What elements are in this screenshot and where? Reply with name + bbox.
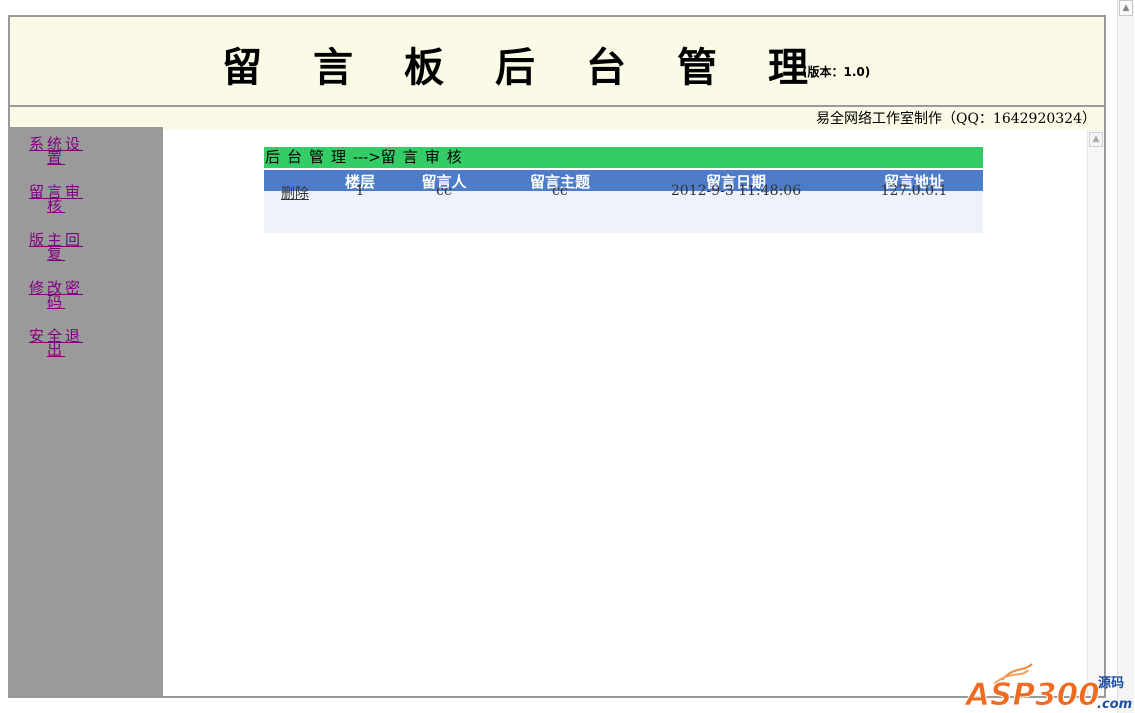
content-panel: 后台管理--->留言审核 楼层 留言人 留言主题 留言日期 留言地址 删除 1 …: [163, 130, 1104, 696]
sidebar-item-moderator-reply[interactable]: 版主回复: [24, 233, 88, 262]
scroll-up-icon[interactable]: ▲: [1089, 132, 1103, 147]
logo-cn: 源码: [1098, 675, 1124, 691]
admin-frame: 留言板后台管理 (版本：1.0) 易全网络工作室制作（QQ：1642920324…: [8, 15, 1106, 698]
sidebar-item-change-password[interactable]: 修改密码: [24, 281, 88, 310]
cell-date: 2012-9-3 11:48:06: [670, 183, 802, 199]
cell-address: 127.0.0.1: [880, 183, 948, 199]
credit-bar: 易全网络工作室制作（QQ：1642920324）: [10, 105, 1104, 127]
cell-subject: cc: [552, 183, 568, 199]
logo-brand: ASP300: [963, 677, 1100, 713]
page-title: 留言板后台管理: [222, 45, 859, 91]
cell-author: cc: [436, 183, 452, 199]
content-scrollbar[interactable]: ▲: [1087, 130, 1104, 696]
credit-text: 易全网络工作室制作（QQ：1642920324）: [815, 111, 1096, 127]
sidebar: 系统设置 留言审核 版主回复 修改密码 安全退出: [10, 127, 163, 696]
scroll-up-icon[interactable]: ▲: [1119, 0, 1133, 16]
breadcrumb-section: 后台管理: [265, 148, 354, 166]
page-scrollbar[interactable]: ▲: [1117, 0, 1134, 713]
messages-table: 楼层 留言人 留言主题 留言日期 留言地址 删除 1 cc cc 2012-9-…: [264, 170, 983, 233]
breadcrumb: 后台管理--->留言审核: [264, 147, 983, 168]
asp300-logo: ASP300 源码 .com: [963, 663, 1132, 713]
sidebar-item-message-review[interactable]: 留言审核: [24, 185, 88, 214]
cell-floor: 1: [355, 183, 365, 199]
delete-link[interactable]: 删除: [281, 183, 309, 203]
sidebar-item-system-settings[interactable]: 系统设置: [24, 137, 88, 166]
sidebar-item-logout[interactable]: 安全退出: [24, 329, 88, 358]
breadcrumb-arrow: --->: [353, 148, 381, 166]
logo-suffix: .com: [1097, 697, 1132, 712]
breadcrumb-page: 留言审核: [380, 148, 469, 166]
header: 留言板后台管理 (版本：1.0): [10, 17, 1104, 105]
table-header-row: 楼层 留言人 留言主题 留言日期 留言地址: [264, 170, 983, 191]
version-label: (版本：1.0): [802, 65, 871, 79]
